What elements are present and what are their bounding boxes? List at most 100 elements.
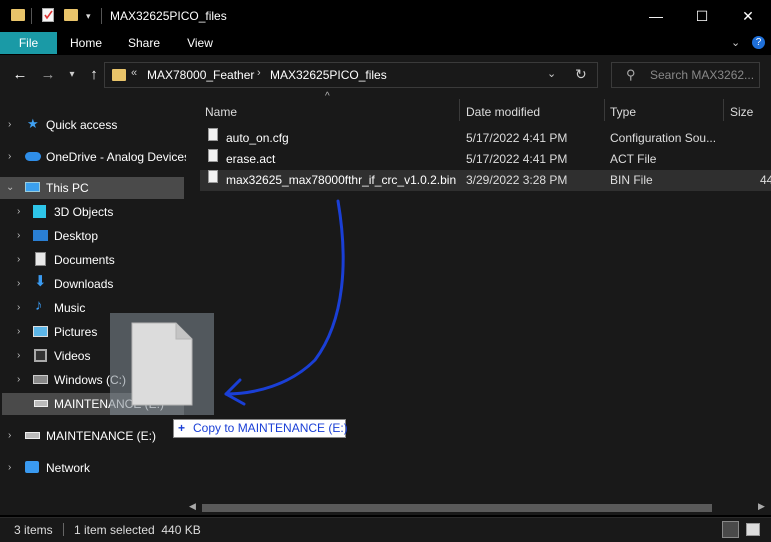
chevron-right-icon[interactable]: › <box>8 425 11 447</box>
file-row[interactable]: erase.act 5/17/2022 4:41 PM ACT File <box>200 149 771 170</box>
nav-item-network[interactable]: › Network <box>0 457 186 479</box>
plus-icon: + <box>178 421 186 435</box>
nav-item-label: Music <box>54 301 86 315</box>
scroll-left-icon[interactable]: ◀ <box>189 501 196 512</box>
chevron-right-icon[interactable]: › <box>17 321 20 343</box>
download-icon: ⬇ <box>34 273 47 290</box>
column-separator[interactable] <box>723 99 724 121</box>
close-button[interactable]: ✕ <box>725 0 771 32</box>
tab-home[interactable]: Home <box>60 32 112 54</box>
horizontal-scrollbar[interactable]: ◀ ▶ <box>186 500 771 515</box>
tab-share[interactable]: Share <box>118 32 170 54</box>
file-name: erase.act <box>226 152 276 166</box>
refresh-icon[interactable]: ↻ <box>575 66 587 83</box>
network-icon <box>25 461 39 473</box>
drive-icon <box>34 400 48 407</box>
help-icon[interactable]: ? <box>752 36 765 49</box>
chevron-right-icon[interactable]: › <box>17 345 20 367</box>
column-header-type[interactable]: Type <box>610 103 636 121</box>
properties-icon[interactable] <box>42 8 54 22</box>
file-name: max32625_max78000fthr_if_crc_v1.0.2.bin <box>226 173 457 187</box>
chevron-right-icon[interactable]: › <box>17 273 20 295</box>
nav-item-maintenance-e[interactable]: › MAINTENANCE (E:) <box>0 425 186 447</box>
back-arrow-icon[interactable]: ← <box>10 62 30 88</box>
nav-item-desktop[interactable]: › Desktop <box>0 225 186 247</box>
videos-icon <box>34 349 47 362</box>
new-folder-icon[interactable] <box>64 9 78 21</box>
cloud-icon <box>25 152 41 161</box>
tab-file[interactable]: File <box>0 32 57 54</box>
title-bar: ▾ MAX32625PICO_files — ☐ ✕ <box>0 0 771 32</box>
nav-item-quick-access[interactable]: › ★ Quick access <box>0 114 186 136</box>
column-header-name[interactable]: Name <box>205 103 237 121</box>
file-drag-icon <box>131 322 193 406</box>
search-input[interactable]: Search MAX3262... <box>650 68 758 82</box>
breadcrumb-separator-icon: › <box>257 67 261 79</box>
scroll-right-icon[interactable]: ▶ <box>758 501 765 512</box>
ribbon: File Home Share View ⌄ ? <box>0 32 771 54</box>
breadcrumb-overflow[interactable]: « <box>131 67 137 79</box>
nav-item-this-pc[interactable]: ⌄ This PC <box>0 177 184 199</box>
file-type: ACT File <box>610 152 657 166</box>
address-history-icon[interactable]: ⌄ <box>547 67 556 80</box>
forward-arrow-icon[interactable]: → <box>38 62 58 88</box>
file-date: 5/17/2022 4:41 PM <box>466 152 568 166</box>
pictures-icon <box>33 326 48 337</box>
chevron-right-icon[interactable]: › <box>17 249 20 271</box>
documents-icon <box>35 252 46 266</box>
nav-item-label: Pictures <box>54 325 98 339</box>
folder-icon <box>11 9 25 21</box>
nav-item-downloads[interactable]: › ⬇ Downloads <box>0 273 186 295</box>
address-bar[interactable]: « MAX78000_Feather › MAX32625PICO_files … <box>104 62 598 88</box>
column-header-size[interactable]: Size <box>730 103 753 121</box>
chevron-right-icon[interactable]: › <box>8 146 11 168</box>
chevron-right-icon[interactable]: › <box>17 297 20 319</box>
file-row[interactable]: auto_on.cfg 5/17/2022 4:41 PM Configurat… <box>200 128 771 149</box>
nav-item-documents[interactable]: › Documents <box>0 249 186 271</box>
file-row-selected[interactable]: max32625_max78000fthr_if_crc_v1.0.2.bin … <box>200 170 771 191</box>
chevron-right-icon[interactable]: › <box>17 201 20 223</box>
breadcrumb-item[interactable]: MAX78000_Feather <box>147 68 254 82</box>
chevron-right-icon[interactable]: › <box>17 369 20 391</box>
config-file-icon <box>208 128 218 141</box>
recent-locations-icon[interactable]: ▾ <box>64 62 80 88</box>
computer-icon <box>25 182 40 192</box>
chevron-down-icon[interactable]: ⌄ <box>6 177 14 199</box>
navigation-pane: › ★ Quick access › OneDrive - Analog Dev… <box>0 95 190 515</box>
chevron-down-icon[interactable]: ⌄ <box>731 36 740 49</box>
nav-item-label: Desktop <box>54 229 99 243</box>
file-date: 3/29/2022 3:28 PM <box>466 173 568 187</box>
column-separator[interactable] <box>604 99 605 121</box>
cube-icon <box>33 205 46 218</box>
status-separator <box>63 523 64 536</box>
column-header-date[interactable]: Date modified <box>466 103 540 121</box>
maximize-button[interactable]: ☐ <box>679 0 725 32</box>
column-separator[interactable] <box>459 99 460 121</box>
file-size: 44 <box>760 173 771 187</box>
chevron-right-icon[interactable]: › <box>8 457 11 479</box>
scrollbar-thumb[interactable] <box>202 504 712 512</box>
file-date: 5/17/2022 4:41 PM <box>466 131 568 145</box>
minimize-button[interactable]: — <box>633 0 679 32</box>
nav-item-onedrive[interactable]: › OneDrive - Analog Devices <box>0 146 190 168</box>
customize-qat-icon[interactable]: ▾ <box>86 8 96 24</box>
nav-item-3d-objects[interactable]: › 3D Objects <box>0 201 186 223</box>
nav-item-label: Downloads <box>54 277 114 291</box>
nav-item-label: Quick access <box>46 118 118 132</box>
search-box[interactable]: ⚲ Search MAX3262... <box>611 62 760 88</box>
folder-icon <box>112 69 126 81</box>
up-arrow-icon[interactable]: ↑ <box>84 62 104 88</box>
drag-ghost <box>110 313 214 415</box>
breadcrumb-item[interactable]: MAX32625PICO_files <box>270 68 387 82</box>
drive-icon <box>25 432 40 439</box>
separator <box>31 8 32 24</box>
details-view-icon[interactable] <box>722 521 739 538</box>
sort-indicator-icon: ^ <box>325 91 330 102</box>
chevron-right-icon[interactable]: › <box>8 114 11 136</box>
chevron-right-icon[interactable]: › <box>17 225 20 247</box>
file-name: auto_on.cfg <box>226 131 289 145</box>
tab-view[interactable]: View <box>176 32 224 54</box>
selection-info: 1 item selected 440 KB <box>74 523 201 537</box>
large-icons-view-icon[interactable] <box>746 523 760 536</box>
search-icon: ⚲ <box>626 67 636 82</box>
